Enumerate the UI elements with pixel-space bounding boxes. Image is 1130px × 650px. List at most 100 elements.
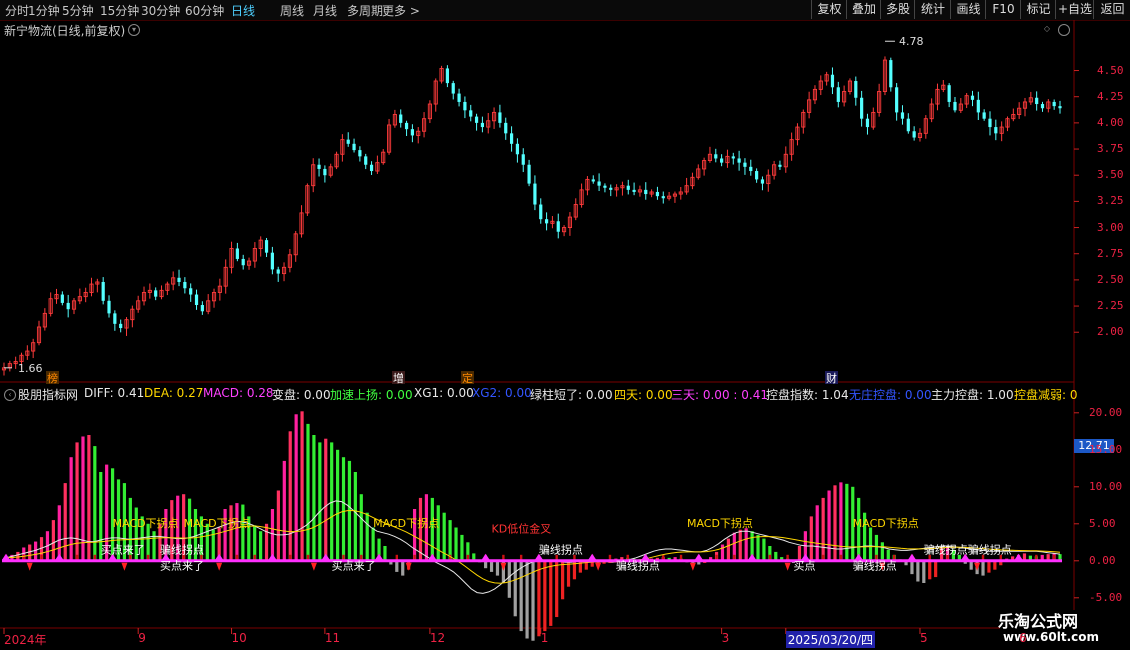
price-tick-label: 4.25: [1097, 89, 1124, 103]
down-arrow-marker: [121, 562, 128, 571]
candle-body: [1040, 104, 1045, 109]
candle-body: [603, 185, 607, 188]
candle-body: [107, 300, 111, 314]
watermark-title: 乐淘公式网: [998, 612, 1079, 631]
candle-body: [323, 168, 327, 176]
candle-body: [539, 204, 543, 220]
candle-body: [860, 97, 864, 119]
down-arrow-marker: [500, 562, 507, 571]
candle-body: [410, 129, 414, 136]
price-tick-label: 2.50: [1097, 272, 1124, 286]
macd-bar: [519, 560, 523, 632]
macd-bar: [495, 560, 500, 576]
price-tick-label: 3.25: [1097, 194, 1124, 208]
zero-line-marker: [907, 553, 916, 560]
zero-line-marker: [55, 553, 64, 560]
indicator-options-button[interactable]: ‹: [4, 389, 16, 401]
indicator-value-5: XG1: 0.00: [414, 386, 474, 400]
signal-annotation: 骗线拐点: [616, 559, 660, 573]
macd-bar: [306, 423, 310, 561]
candle-body: [235, 248, 239, 259]
down-arrow-marker: [216, 562, 223, 571]
macd-bar: [738, 529, 742, 561]
macd-bar: [276, 490, 280, 561]
zero-line-marker: [375, 553, 384, 560]
indicator-value-3: 变盘: 0.00: [272, 388, 331, 402]
down-arrow-marker: [689, 562, 696, 571]
indicator-value-4: 加速上扬: 0.00: [330, 388, 413, 402]
indicator-value-1: DEA: 0.27: [144, 386, 204, 400]
candle-body: [194, 294, 199, 306]
macd-bar: [720, 544, 725, 561]
macd-bar: [922, 560, 926, 583]
macd-bar: [744, 528, 748, 561]
macd-bar: [489, 560, 494, 572]
down-arrow-marker: [784, 562, 791, 571]
signal-annotation: 买点来了: [332, 560, 376, 573]
price-tick-label: 3.75: [1097, 142, 1124, 156]
candle-body: [900, 112, 905, 119]
candle-body: [895, 87, 899, 113]
macd-bar: [460, 534, 464, 561]
indicator-value-12: 主力控盘: 1.00: [931, 388, 1014, 402]
macd-bar: [537, 560, 541, 637]
candle-body: [720, 158, 724, 163]
candle-body: [1058, 106, 1062, 109]
candle-body: [66, 302, 70, 310]
candle-body: [597, 181, 601, 186]
zero-line-marker: [268, 553, 277, 560]
macd-bar: [341, 457, 346, 561]
signal-annotation: 骗线拐点: [539, 542, 583, 556]
macd-bar: [294, 414, 298, 561]
event-tag: 增: [393, 371, 404, 385]
ind-tick-label: 5.00: [1089, 516, 1116, 530]
macd-bar: [69, 457, 73, 561]
ind-tick-label: -5.00: [1089, 590, 1123, 604]
signal-annotation: MACD下拐点: [184, 516, 250, 530]
candle-body: [749, 166, 753, 172]
low-marker-label: 1.66: [18, 362, 43, 375]
candle-body: [778, 164, 782, 167]
candle-body: [451, 83, 455, 94]
candle-body: [463, 101, 467, 111]
candle-body: [556, 221, 560, 232]
candle-body: [655, 191, 660, 197]
candle-body: [544, 219, 549, 224]
candle-body: [988, 118, 992, 128]
candle-body: [854, 81, 858, 98]
macd-bar: [821, 497, 825, 561]
candle-body: [60, 294, 64, 303]
macd-bar: [324, 438, 328, 561]
down-arrow-marker: [405, 562, 412, 571]
candle-body: [626, 185, 630, 190]
candle-body: [906, 118, 910, 132]
macd-bar: [910, 560, 914, 575]
signal-annotation: 骗线拐点骗线拐点: [924, 542, 1012, 556]
macd-bar: [51, 520, 55, 561]
macd-bar: [454, 527, 458, 561]
signal-annotation: 买点来了: [160, 560, 204, 573]
macd-bar: [93, 446, 97, 561]
price-tick-label: 2.25: [1097, 299, 1124, 313]
macd-bar: [543, 560, 547, 632]
candle-body: [760, 179, 765, 184]
price-tick-label: 2.75: [1097, 246, 1124, 260]
macd-bar: [815, 505, 819, 561]
candle-body: [953, 101, 957, 111]
candle-body: [836, 87, 840, 102]
candle-body: [317, 164, 321, 169]
candle-body: [521, 154, 525, 165]
macd-bar: [383, 546, 387, 561]
macd-bar: [762, 538, 766, 561]
macd-bar: [300, 411, 304, 561]
macd-bar: [436, 505, 440, 561]
event-tag: 财: [826, 371, 837, 385]
macd-bar: [401, 560, 405, 576]
candle-body: [469, 110, 473, 117]
price-tick-label: 4.00: [1097, 115, 1124, 129]
date-tick-label: 10: [231, 631, 247, 645]
down-arrow-marker: [26, 562, 33, 571]
candle-body: [830, 74, 835, 88]
macd-bar: [395, 560, 399, 572]
macd-bar: [987, 560, 991, 573]
